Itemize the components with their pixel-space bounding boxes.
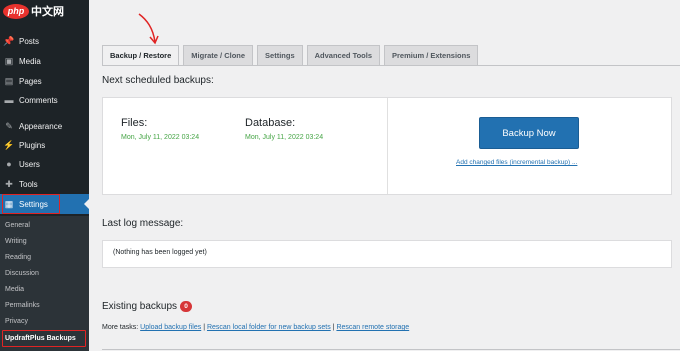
sidebar-item-tools[interactable]: ✚ Tools [0, 174, 89, 194]
backup-count-badge: 0 [180, 301, 193, 312]
updraft-tabs: Backup / Restore Migrate / Clone Setting… [102, 45, 479, 66]
pages-icon: ▤ [4, 75, 14, 86]
site-logo[interactable]: php 中文网 [3, 1, 64, 21]
backup-now-button[interactable]: Backup Now [479, 117, 579, 149]
sidebar-item-media[interactable]: ▣ Media [0, 51, 89, 71]
bottom-divider [102, 349, 680, 350]
sidebar-item-comments[interactable]: ▬ Comments [0, 90, 89, 110]
sidebar-item-posts[interactable]: 📌 Posts [0, 31, 89, 51]
incremental-backup-link[interactable]: Add changed files (incremental backup) .… [456, 159, 577, 166]
submenu-reading[interactable]: Reading [5, 251, 31, 265]
php-logo-badge: php [3, 3, 29, 19]
plugins-icon: ⚡ [3, 139, 15, 150]
existing-backups-heading: Existing backups 0 [102, 301, 193, 313]
sidebar-item-appearance[interactable]: ✎ Appearance [0, 116, 89, 136]
settings-highlight-box [2, 194, 60, 214]
database-label: Database: [245, 117, 296, 129]
red-arrow-annotation [138, 13, 159, 45]
logo-text: 中文网 [31, 6, 64, 18]
main-content: Backup / Restore Migrate / Clone Setting… [89, 0, 680, 351]
upload-backup-files-link[interactable]: Upload backup files [140, 324, 201, 331]
tools-icon: ✚ [5, 178, 13, 189]
submenu-privacy[interactable]: Privacy [5, 315, 28, 329]
media-icon: ▣ [4, 55, 14, 66]
admin-sidebar: php 中文网 📌 Posts ▣ Media ▤ Pages ▬ Comments ✎… [0, 0, 89, 351]
submenu-permalinks[interactable]: Permalinks [5, 299, 40, 313]
tab-backup-restore[interactable]: Backup / Restore [102, 45, 180, 66]
files-label: Files: [121, 117, 148, 129]
more-tasks-row: More tasks: Upload backup files | Rescan… [102, 324, 409, 331]
tab-advanced-tools[interactable]: Advanced Tools [306, 45, 381, 66]
tabs-divider [102, 65, 680, 66]
sidebar-item-plugins[interactable]: ⚡ Plugins [0, 135, 89, 155]
files-date: Mon, July 11, 2022 03:24 [121, 134, 200, 141]
log-panel: (Nothing has been logged yet) [102, 240, 672, 268]
sidebar-item-pages[interactable]: ▤ Pages [0, 71, 89, 91]
submenu-general[interactable]: General [5, 219, 30, 233]
submenu-media[interactable]: Media [5, 283, 24, 297]
updraft-highlight-box [2, 330, 86, 347]
separator: | [332, 324, 335, 331]
comments-icon: ▬ [4, 95, 14, 105]
separator: | [203, 324, 206, 331]
database-date: Mon, July 11, 2022 03:24 [245, 134, 324, 141]
existing-backups-title: Existing backups [102, 301, 178, 313]
panel-divider [387, 98, 388, 194]
rescan-local-folder-link[interactable]: Rescan local folder for new backup sets [207, 324, 331, 331]
rescan-remote-storage-link[interactable]: Rescan remote storage [336, 324, 409, 331]
users-icon: ● [6, 159, 12, 169]
appearance-icon: ✎ [5, 120, 13, 131]
tab-premium-extensions[interactable]: Premium / Extensions [384, 45, 479, 66]
submenu-discussion[interactable]: Discussion [5, 267, 39, 281]
last-log-heading: Last log message: [102, 218, 184, 229]
submenu-writing[interactable]: Writing [5, 235, 27, 249]
pin-icon: 📌 [3, 35, 15, 46]
scheduled-backups-heading: Next scheduled backups: [102, 75, 214, 86]
more-tasks-label: More tasks: [102, 324, 139, 331]
tab-settings[interactable]: Settings [257, 45, 303, 66]
scheduled-backups-panel: Files: Mon, July 11, 2022 03:24 Database… [102, 97, 672, 195]
sidebar-item-users[interactable]: ● Users [0, 154, 89, 174]
tab-migrate-clone[interactable]: Migrate / Clone [183, 45, 254, 66]
log-message: (Nothing has been logged yet) [113, 249, 207, 256]
